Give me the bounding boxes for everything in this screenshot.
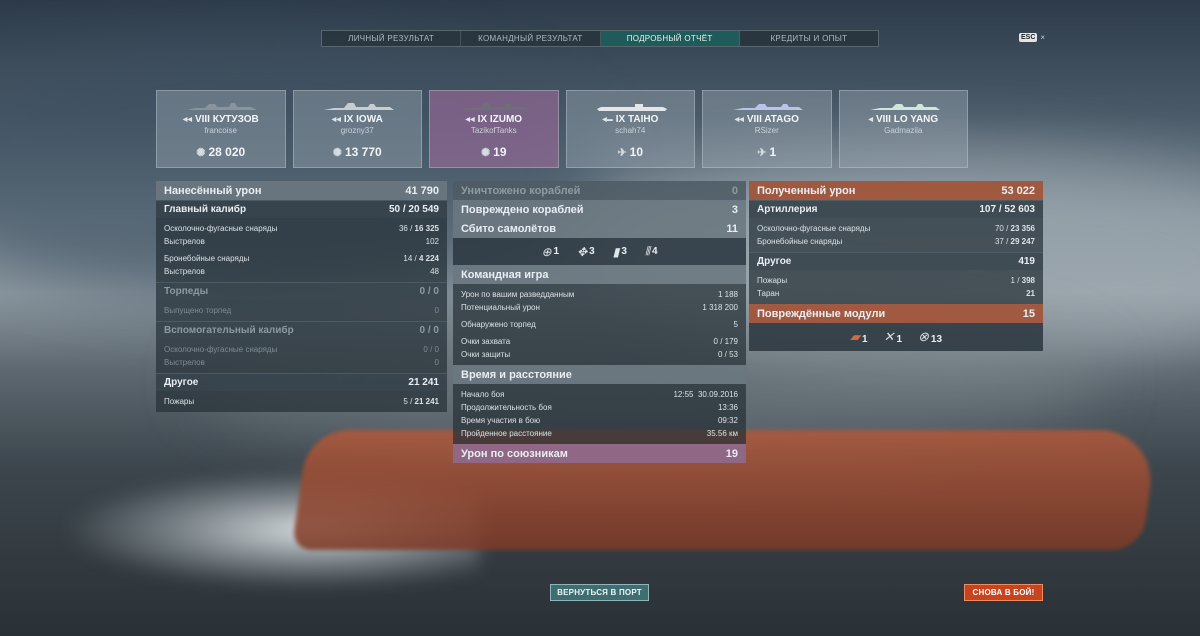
time-in-battle-row: Время участия в бою 09:32 <box>461 416 738 425</box>
damage-received-header: Полученный урон 53 022 <box>749 181 1043 200</box>
guns-icon: ▰ <box>849 329 860 344</box>
class-icon: ◀◀ <box>182 117 192 123</box>
potential-damage-row: Потенциальный урон 1 318 200 <box>461 303 738 312</box>
defense-points-row: Очки защиты 0 / 53 <box>461 350 738 359</box>
planes-breakdown: ⊕ 1 ✥ 3 ▮ 3 ⫴ 4 <box>453 238 746 265</box>
tab-detailed-report[interactable]: ПОДРОБНЫЙ ОТЧЁТ <box>600 31 740 46</box>
fires-received-row: Пожары 1 / 398 <box>757 276 1035 285</box>
class-icon: ◀◀ <box>331 117 341 123</box>
spotter-icon: ✥ <box>577 244 588 259</box>
fires-row: Пожары 5 / 21 241 <box>164 397 439 406</box>
division-ships: ◀◀ VIII КУТУЗОВ francoise ✺ 28 020 ◀◀ IX IO… <box>156 90 968 168</box>
ship-card[interactable]: ◀▬ IX TAIHO schah74 ✈ 10 <box>565 90 695 168</box>
tab-team-result[interactable]: КОМАНДНЫЙ РЕЗУЛЬТАТ <box>461 31 601 46</box>
carrier-class-icon: ◀▬ <box>602 117 613 123</box>
he-shells-row: Осколочно-фугасные снаряды 36 / 16 325 <box>164 224 439 233</box>
ship-card[interactable]: ◀◀ IX IOWA grozny37 ✺ 13 770 <box>292 90 422 168</box>
ship-name: IX IZUMO <box>477 114 523 125</box>
damage-dealt-header: Нанесённый урон 41 790 <box>156 181 447 200</box>
ship-name: VIII LO YANG <box>875 114 939 125</box>
esc-key: ESC <box>1019 33 1038 42</box>
damaged-modules-header: Повреждённые модули 15 <box>749 304 1043 323</box>
ships-destroyed-row: Уничтожено кораблей 0 <box>453 181 746 200</box>
time-distance-header: Время и расстояние <box>453 365 746 384</box>
battle-start-row: Начало боя 12:55 30.09.2016 <box>461 390 738 399</box>
secondary-destroyed-icon: ⊗ <box>918 329 929 344</box>
plane-kill-icon: ✈ <box>757 146 767 159</box>
capture-points-row: Очки захвата 0 / 179 <box>461 337 738 346</box>
torpedo-bomber-icon: ⫴ <box>644 244 650 258</box>
ship-card[interactable]: ◀◀ VIII КУТУЗОВ francoise ✺ 28 020 <box>156 90 286 168</box>
close-icon[interactable]: × <box>1040 33 1045 42</box>
ship-silhouette-icon <box>869 104 940 110</box>
torpedoes-fired-row: Выпущено торпед 0 <box>164 306 439 315</box>
ship-stat: 13 770 <box>345 145 382 159</box>
combat-summary-panel: Уничтожено кораблей 0 Повреждено кораблей… <box>453 181 746 463</box>
ap-shells-row: Бронебойные снаряды 14 / 4 224 <box>164 254 439 263</box>
ship-card-selected[interactable]: ◀◀ IX IZUMO TazikofTanks ✺ 19 <box>429 90 559 168</box>
team-play-header: Командная игра <box>453 265 746 284</box>
ship-card[interactable]: ◀ VIII LO YANG Gadmazila <box>838 90 968 168</box>
ship-card[interactable]: ◀◀ VIII ATAGO RSizer ✈ 1 <box>702 90 832 168</box>
result-tabs: ЛИЧНЫЙ РЕЗУЛЬТАТ КОМАНДНЫЙ РЕЗУЛЬТАТ ПОД… <box>321 30 879 47</box>
ship-stat: 10 <box>629 145 644 159</box>
ship-stat: 19 <box>493 145 507 159</box>
plane-kill-icon: ✈ <box>617 146 627 159</box>
ships-damaged-row: Повреждено кораблей 3 <box>453 200 746 219</box>
return-to-port-button[interactable]: ВЕРНУТЬСЯ В ПОРТ <box>550 584 649 601</box>
he-received-row: Осколочно-фугасные снаряды 70 / 23 356 <box>757 224 1035 233</box>
secondary-he-row: Осколочно-фугасные снаряды 0 / 0 <box>164 345 439 354</box>
torpedoes-spotted-row: Обнаружено торпед 5 <box>461 320 738 329</box>
ship-silhouette-icon <box>323 103 394 110</box>
ram-row: Таран 21 <box>757 289 1035 298</box>
torpedoes-row: Торпеды 0 / 0 <box>156 282 447 300</box>
artillery-row: Артиллерия 107 / 52 603 <box>749 200 1043 218</box>
secondary-battery-row: Вспомогательный калибр 0 / 0 <box>156 321 447 339</box>
ship-name: VIII КУТУЗОВ <box>194 114 259 125</box>
ship-silhouette-icon <box>187 103 257 110</box>
ap-fired-row: Выстрелов 48 <box>164 267 439 276</box>
player-name: RSizer <box>754 126 779 135</box>
class-icon: ◀◀ <box>465 117 475 123</box>
player-name: schah74 <box>615 126 646 135</box>
ship-stat: 28 020 <box>208 145 246 159</box>
tab-credits-xp[interactable]: КРЕДИТЫ И ОПЫТ <box>740 31 878 46</box>
aa-destroyed-icon: ✕ <box>883 329 895 344</box>
ship-stat: 1 <box>769 145 777 159</box>
other-damage-row: Другое 21 241 <box>156 373 447 391</box>
ship-name: IX TAIHO <box>615 114 659 125</box>
fighter-icon: ⊕ <box>541 244 552 259</box>
tab-personal-result[interactable]: ЛИЧНЫЙ РЕЗУЛЬТАТ <box>322 31 462 46</box>
modules-breakdown: ▰ 1 ✕ 1 ⊗ 13 <box>749 323 1043 351</box>
he-fired-row: Выстрелов 102 <box>164 237 439 246</box>
distance-row: Пройденное расстояние 35.56 км <box>461 429 738 438</box>
ap-received-row: Бронебойные снаряды 37 / 29 247 <box>757 237 1035 246</box>
ship-name: VIII ATAGO <box>746 114 799 125</box>
ally-damage-row: Урон по союзникам 19 <box>453 444 746 463</box>
secondary-fired-row: Выстрелов 0 <box>164 358 439 367</box>
ship-name: IX IOWA <box>343 114 383 125</box>
ship-silhouette-icon <box>733 104 803 110</box>
ship-silhouette-icon <box>460 103 530 110</box>
player-name: grozny37 <box>340 126 374 135</box>
damage-icon: ✺ <box>196 146 206 159</box>
player-name: TazikofTanks <box>470 126 517 135</box>
destroyer-class-icon: ◀ <box>868 117 873 123</box>
planes-shot-row: Сбито самолётов 11 <box>453 219 746 238</box>
main-battery-row: Главный калибр 50 / 20 549 <box>156 200 447 218</box>
damage-icon: ✺ <box>332 146 342 159</box>
spotting-damage-row: Урон по вашим разведданным 1 188 <box>461 290 738 299</box>
player-name: francoise <box>204 126 237 135</box>
damage-icon: ✺ <box>480 146 491 159</box>
player-name: Gadmazila <box>884 126 923 135</box>
esc-close[interactable]: ESC × <box>1019 33 1045 42</box>
other-received-row: Другое 419 <box>749 252 1043 270</box>
bomber-icon: ▮ <box>612 244 620 259</box>
battle-again-button[interactable]: СНОВА В БОЙ! <box>964 584 1043 601</box>
class-icon: ◀◀ <box>734 117 744 123</box>
ship-silhouette-icon <box>596 104 667 111</box>
damage-received-panel: Полученный урон 53 022 Артиллерия 107 / 52… <box>749 181 1043 351</box>
battle-duration-row: Продолжительность боя 13:36 <box>461 403 738 412</box>
damage-dealt-panel: Нанесённый урон 41 790 Главный калибр 50 /… <box>156 181 447 412</box>
